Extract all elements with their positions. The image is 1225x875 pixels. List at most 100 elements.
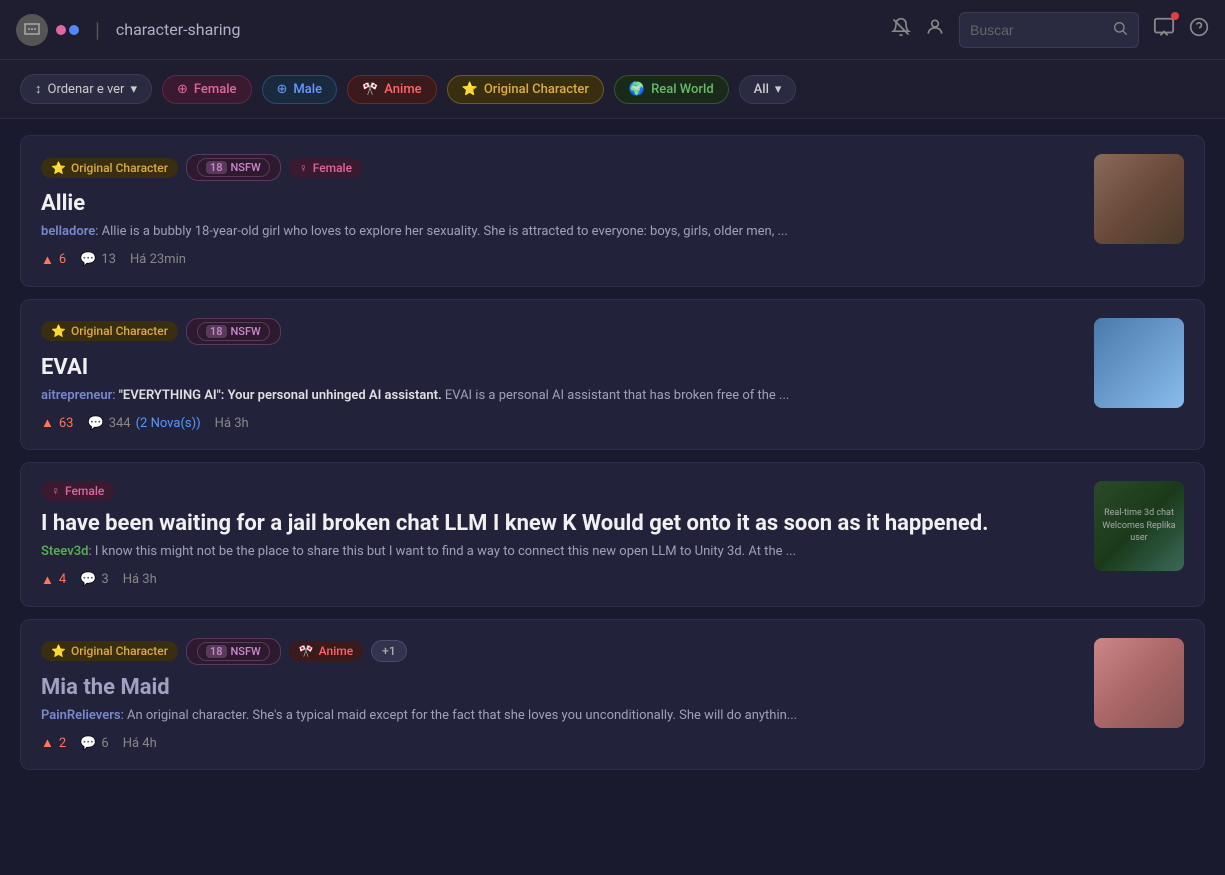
comment-icon: 💬 bbox=[80, 736, 96, 751]
upvote-count[interactable]: ▲ 4 bbox=[41, 572, 66, 588]
female-tag-icon: ♀ bbox=[51, 484, 60, 498]
post-description: Steev3d: I know this might not be the pl… bbox=[41, 542, 1078, 562]
bell-icon[interactable] bbox=[891, 17, 911, 42]
comment-count[interactable]: 💬 3 bbox=[80, 572, 109, 587]
tag-female[interactable]: ♀ Female bbox=[41, 481, 114, 501]
post-card-evai: ⭐ Original Character 18 NSFW EVAI aitrep… bbox=[20, 299, 1205, 451]
tag-list: ⭐ Original Character 18 NSFW 🎌 Anime +1 bbox=[41, 638, 1078, 665]
chat-icon bbox=[16, 14, 48, 46]
chip-all-label: All bbox=[754, 82, 769, 97]
tag-list: ⭐ Original Character 18 NSFW bbox=[41, 318, 1078, 345]
post-title[interactable]: EVAI bbox=[41, 355, 1078, 380]
tag-anime[interactable]: 🎌 Anime bbox=[289, 641, 363, 661]
new-label: (2 Nova(s)) bbox=[136, 416, 201, 431]
rw-icon: 🌍 bbox=[629, 82, 645, 97]
post-thumbnail[interactable] bbox=[1094, 638, 1184, 728]
upvote-icon: ▲ bbox=[41, 252, 54, 268]
post-card-jail: ♀ Female I have been waiting for a jail … bbox=[20, 462, 1205, 607]
tag-original-character[interactable]: ⭐ Original Character bbox=[41, 321, 178, 341]
filter-chip-oc[interactable]: ⭐ Original Character bbox=[447, 75, 604, 104]
oc-tag-icon: ⭐ bbox=[51, 324, 66, 338]
card-meta: ▲ 63 💬 344 (2 Nova(s)) Há 3h bbox=[41, 415, 1078, 431]
card-content: ⭐ Original Character 18 NSFW 🎌 Anime +1 bbox=[41, 638, 1078, 752]
filter-chip-all[interactable]: All ▾ bbox=[739, 75, 797, 104]
oc-tag-icon: ⭐ bbox=[51, 161, 66, 175]
post-title[interactable]: Mia the Maid bbox=[41, 675, 1078, 700]
comment-number: 13 bbox=[101, 252, 116, 267]
upvote-count[interactable]: ▲ 2 bbox=[41, 735, 66, 751]
sort-label: Ordenar e ver bbox=[48, 82, 125, 97]
search-box[interactable] bbox=[959, 12, 1139, 48]
oc-tag-label: Original Character bbox=[71, 644, 168, 658]
post-thumbnail[interactable] bbox=[1094, 154, 1184, 244]
filter-chip-anime[interactable]: 🎌 Anime bbox=[347, 75, 437, 104]
upvote-icon: ▲ bbox=[41, 415, 54, 431]
plus-tag-label: +1 bbox=[382, 644, 395, 658]
filter-chip-rw[interactable]: 🌍 Real World bbox=[614, 75, 729, 104]
post-desc-text: I know this might not be the place to sh… bbox=[95, 544, 796, 559]
oc-tag-label: Original Character bbox=[71, 324, 168, 338]
card-content: ⭐ Original Character 18 NSFW EVAI aitrep… bbox=[41, 318, 1078, 432]
card-meta: ▲ 4 💬 3 Há 3h bbox=[41, 572, 1078, 588]
post-title[interactable]: I have been waiting for a jail broken ch… bbox=[41, 511, 1078, 536]
tag-plus[interactable]: +1 bbox=[371, 640, 406, 662]
post-list: ⭐ Original Character 18 NSFW ♀ Female Al… bbox=[0, 119, 1225, 786]
post-title[interactable]: Allie bbox=[41, 191, 1078, 216]
post-author[interactable]: belladore bbox=[41, 224, 95, 239]
card-content: ♀ Female I have been waiting for a jail … bbox=[41, 481, 1078, 588]
post-author[interactable]: Steev3d bbox=[41, 544, 88, 559]
upvote-count[interactable]: ▲ 6 bbox=[41, 252, 66, 268]
anime-tag-label: Anime bbox=[319, 644, 353, 658]
chip-female-label: Female bbox=[194, 82, 237, 97]
female-icon: ⊕ bbox=[177, 82, 188, 97]
chip-male-label: Male bbox=[293, 82, 322, 97]
post-desc-text: Allie is a bubbly 18-year-old girl who l… bbox=[102, 224, 788, 239]
help-icon[interactable] bbox=[1189, 17, 1209, 42]
filter-chip-male[interactable]: ⊕ Male bbox=[262, 75, 338, 104]
female-tag-icon: ♀ bbox=[299, 161, 308, 175]
nsfw-badge: 18 NSFW bbox=[197, 158, 270, 177]
female-tag-label: Female bbox=[313, 161, 352, 175]
card-meta: ▲ 6 💬 13 Há 23min bbox=[41, 252, 1078, 268]
screen-icon[interactable] bbox=[1153, 16, 1175, 43]
post-author[interactable]: PainRelievers bbox=[41, 708, 121, 723]
comment-count[interactable]: 💬 13 bbox=[80, 252, 116, 267]
profile-icon[interactable] bbox=[925, 17, 945, 42]
upvote-count[interactable]: ▲ 63 bbox=[41, 415, 74, 431]
screen-badge bbox=[1171, 12, 1179, 20]
tag-original-character[interactable]: ⭐ Original Character bbox=[41, 641, 178, 661]
comment-icon: 💬 bbox=[80, 252, 96, 267]
oc-icon: ⭐ bbox=[462, 82, 478, 97]
logo bbox=[16, 14, 79, 46]
tag-nsfw[interactable]: 18 NSFW bbox=[186, 154, 281, 181]
tag-original-character[interactable]: ⭐ Original Character bbox=[41, 158, 178, 178]
comment-icon: 💬 bbox=[88, 416, 104, 431]
post-thumbnail[interactable] bbox=[1094, 318, 1184, 408]
tag-list: ⭐ Original Character 18 NSFW ♀ Female bbox=[41, 154, 1078, 181]
comment-count[interactable]: 💬 6 bbox=[80, 736, 109, 751]
anime-icon: 🎌 bbox=[362, 82, 378, 97]
tag-female[interactable]: ♀ Female bbox=[289, 158, 362, 178]
chip-rw-label: Real World bbox=[651, 82, 714, 97]
tag-nsfw[interactable]: 18 NSFW bbox=[186, 318, 281, 345]
post-thumbnail[interactable]: Real-time 3d chatWelcomes Replika user bbox=[1094, 481, 1184, 571]
anime-tag-icon: 🎌 bbox=[299, 644, 314, 658]
post-description: belladore: Allie is a bubbly 18-year-old… bbox=[41, 222, 1078, 242]
oc-tag-icon: ⭐ bbox=[51, 644, 66, 658]
post-time: Há 3h bbox=[123, 572, 157, 587]
comment-number: 3 bbox=[101, 572, 108, 587]
upvote-icon: ▲ bbox=[41, 572, 54, 588]
chip-oc-label: Original Character bbox=[484, 82, 589, 97]
filter-chip-female[interactable]: ⊕ Female bbox=[162, 75, 252, 104]
comment-count[interactable]: 💬 344 (2 Nova(s)) bbox=[88, 416, 201, 431]
post-desc-suffix: EVAI is a personal AI assistant that has… bbox=[442, 388, 790, 403]
post-author[interactable]: aitrepreneur bbox=[41, 388, 112, 403]
sort-button[interactable]: ↕ Ordenar e ver ▾ bbox=[20, 74, 152, 104]
tag-nsfw[interactable]: 18 NSFW bbox=[186, 638, 281, 665]
search-input[interactable] bbox=[970, 22, 1106, 38]
card-meta: ▲ 2 💬 6 Há 4h bbox=[41, 735, 1078, 751]
filter-bar: ↕ Ordenar e ver ▾ ⊕ Female ⊕ Male 🎌 Anim… bbox=[0, 60, 1225, 119]
post-card-allie: ⭐ Original Character 18 NSFW ♀ Female Al… bbox=[20, 135, 1205, 287]
nsfw-badge: 18 NSFW bbox=[197, 642, 270, 661]
sort-icon: ↕ bbox=[35, 81, 42, 97]
